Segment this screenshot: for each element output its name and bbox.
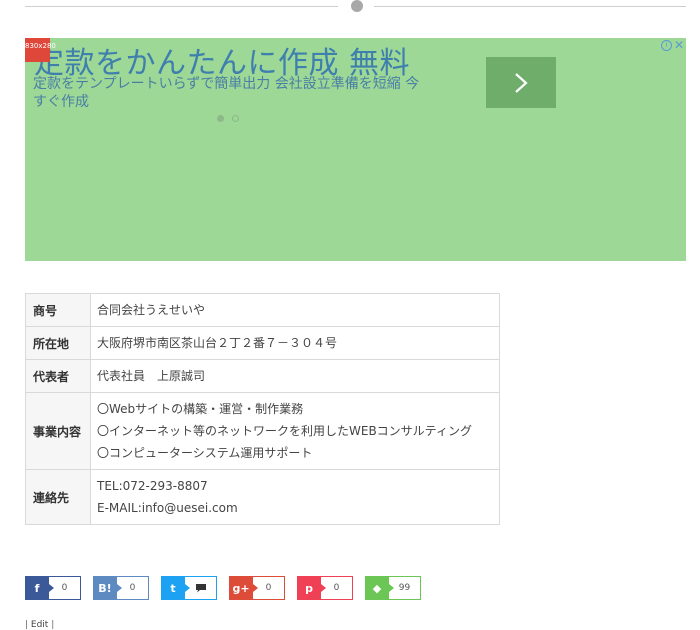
row-value: 合同会社うえせいや (90, 293, 500, 327)
row-value-line: 〇コンピューターシステム運用サポート (97, 446, 313, 460)
row-label: 事業内容 (25, 392, 91, 470)
share-button-pocket[interactable]: p0 (297, 576, 353, 600)
edit-link-wrapper: | Edit | (25, 620, 54, 630)
row-value: 〇Webサイトの構築・運営・制作業務〇インターネット等のネットワークを利用したW… (90, 392, 500, 470)
table-row: 事業内容 〇Webサイトの構築・運営・制作業務〇インターネット等のネットワークを利… (25, 392, 500, 470)
edit-suffix: | (48, 620, 55, 630)
ad-arrow-button[interactable] (486, 57, 556, 108)
divider-dot (351, 0, 363, 12)
company-info-table: 商号 合同会社うえせいや 所在地 大阪府堺市南区茶山台２丁２番７－３０４号 代表者 代表社… (25, 293, 500, 525)
ad-banner[interactable]: 定款をかんたんに作成 無料 830x280 定款をテンプレートいらずで簡単出力 … (25, 38, 686, 261)
row-value-line: 〇Webサイトの構築・運営・制作業務 (97, 402, 304, 416)
info-icon[interactable]: i (661, 40, 672, 51)
ad-dot-active[interactable] (217, 115, 224, 122)
close-icon[interactable]: ✕ (674, 39, 684, 51)
chevron-right-icon (515, 72, 528, 93)
ad-description[interactable]: 定款をテンプレートいらずで簡単出力 会社設立準備を短縮 今すぐ作成 (33, 75, 433, 111)
row-label: 商号 (25, 293, 91, 327)
divider-line-right (374, 6, 686, 7)
share-button-feedly[interactable]: ◆ 99 (365, 576, 421, 600)
table-row: 連絡先 TEL:072-293-8807 E-MAIL:info@uesei.com (25, 469, 500, 525)
table-row: 代表者 代表社員 上原誠司 (25, 359, 500, 393)
row-value-line: 合同会社うえせいや (97, 303, 206, 317)
row-value-line: 代表社員 上原誠司 (97, 369, 206, 383)
edit-link[interactable]: Edit (31, 620, 48, 630)
row-label: 代表者 (25, 359, 91, 393)
hatena-bookmark-icon[interactable]: B! (93, 576, 122, 600)
share-buttons: f 0 B! 0 t g+ 0 p 0 ◆ 99 (25, 576, 421, 600)
share-button-twitter[interactable]: t (161, 576, 217, 600)
row-value-line: 〇インターネット等のネットワークを利用したWEBコンサルティング (97, 424, 472, 438)
table-row: 所在地 大阪府堺市南区茶山台２丁２番７－３０４号 (25, 326, 500, 360)
row-value-line: TEL:072-293-8807 (97, 479, 208, 493)
row-value-line: E-MAIL:info@uesei.com (97, 501, 238, 515)
divider-line-left (25, 6, 338, 7)
row-value: TEL:072-293-8807 E-MAIL:info@uesei.com (90, 469, 500, 525)
feedly-icon[interactable]: ◆ (365, 576, 394, 600)
google-plus-icon[interactable]: g+ (229, 576, 258, 600)
row-value: 大阪府堺市南区茶山台２丁２番７－３０４号 (90, 326, 500, 360)
facebook-icon[interactable]: f (25, 576, 54, 600)
share-button-facebook[interactable]: f0 (25, 576, 81, 600)
row-label: 連絡先 (25, 469, 91, 525)
ad-pagination (217, 115, 239, 122)
row-value-line: 大阪府堺市南区茶山台２丁２番７－３０４号 (97, 336, 338, 350)
twitter-icon[interactable]: t (161, 576, 190, 600)
pocket-icon[interactable]: p (297, 576, 326, 600)
table-row: 商号 合同会社うえせいや (25, 293, 500, 327)
row-label: 所在地 (25, 326, 91, 360)
ad-dot-inactive[interactable] (232, 115, 239, 122)
row-value: 代表社員 上原誠司 (90, 359, 500, 393)
share-button-googleplus[interactable]: g+ 0 (229, 576, 285, 600)
share-button-hatena[interactable]: B! 0 (93, 576, 149, 600)
ad-size-badge: 830x280 (25, 38, 56, 62)
